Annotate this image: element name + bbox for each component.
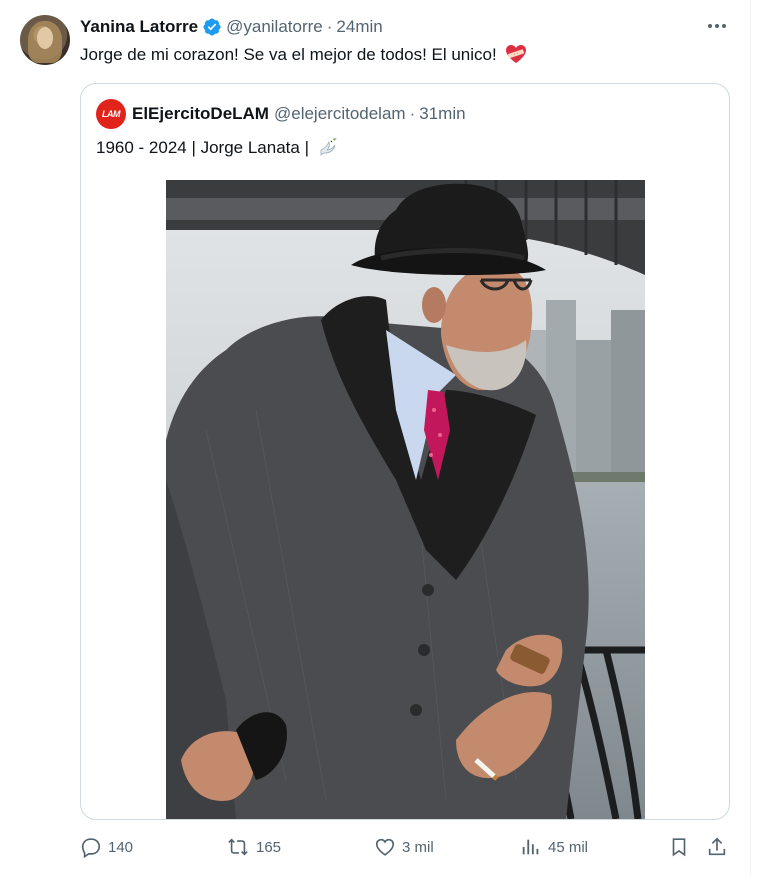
reply-count: 140 <box>108 838 134 856</box>
share-button[interactable] <box>706 832 734 862</box>
separator-dot: · <box>409 104 416 123</box>
quoted-tweet-time: 31min <box>419 104 466 123</box>
views-chart-icon <box>522 839 539 855</box>
quoted-author-avatar: LAM <box>96 99 126 129</box>
tweet-text: Jorge de mi corazon! Se va el mejor de t… <box>80 43 527 67</box>
bookmark-button[interactable] <box>668 832 696 862</box>
reply-button[interactable]: 140 <box>80 832 133 862</box>
repost-icon <box>228 838 248 856</box>
heart-bandage-emoji-icon <box>506 45 527 63</box>
quoted-tweet-text-content: 1960 - 2024 | Jorge Lanata | <box>96 138 309 157</box>
heart-icon <box>375 838 395 856</box>
quoted-tweet-photo[interactable] <box>166 180 645 819</box>
author-avatar[interactable] <box>20 15 70 65</box>
tweet-actions: 140 165 3 mil 45 mil <box>80 832 740 862</box>
tweet: Yanina Latorre @yanilatorre · 24min Jorg… <box>0 0 751 876</box>
more-options-icon[interactable] <box>702 14 732 38</box>
quoted-tweet-text: 1960 - 2024 | Jorge Lanata | <box>96 135 340 160</box>
repost-button[interactable]: 165 <box>226 832 281 862</box>
bookmark-icon <box>672 838 686 857</box>
like-count: 3 mil <box>402 838 434 856</box>
share-icon <box>708 837 726 856</box>
views-button[interactable]: 45 mil <box>520 832 588 862</box>
views-count: 45 mil <box>548 838 589 856</box>
reply-icon <box>81 838 101 858</box>
tweet-header: Yanina Latorre @yanilatorre · 24min <box>80 15 383 39</box>
tweet-text-content: Jorge de mi corazon! Se va el mejor de t… <box>80 45 497 64</box>
quoted-author-name: ElEjercitoDeLAM <box>132 104 269 123</box>
author-name[interactable]: Yanina Latorre <box>80 17 198 37</box>
like-button[interactable]: 3 mil <box>374 832 434 862</box>
dove-emoji-icon <box>320 138 337 156</box>
man-in-coat-photo-image <box>166 180 645 819</box>
author-handle[interactable]: @yanilatorre <box>226 17 323 37</box>
quoted-tweet[interactable]: LAM ElEjercitoDeLAM @elejercitodelam · 3… <box>80 83 730 820</box>
tweet-time[interactable]: 24min <box>336 17 382 37</box>
repost-count: 165 <box>256 838 282 856</box>
separator-dot: · <box>326 17 333 36</box>
verified-badge-icon <box>203 18 221 36</box>
quoted-author-handle: @elejercitodelam <box>273 104 406 123</box>
quoted-tweet-header: LAM ElEjercitoDeLAM @elejercitodelam · 3… <box>96 99 466 129</box>
